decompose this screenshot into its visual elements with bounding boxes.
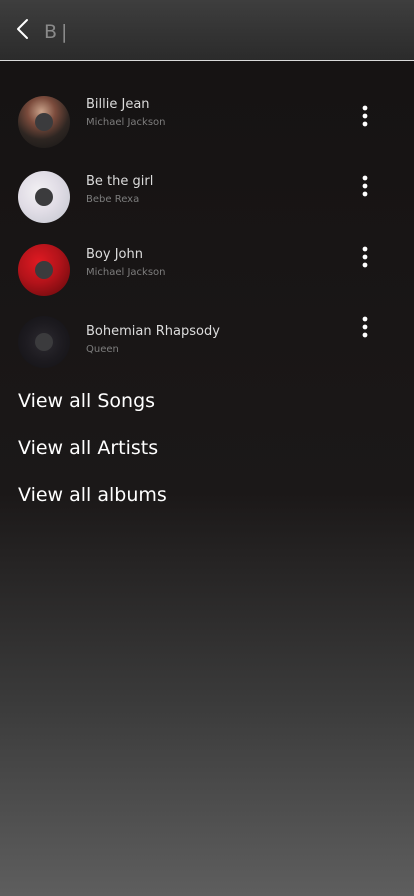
search-input[interactable]: B |: [44, 19, 384, 45]
song-row[interactable]: Be the girl Bebe Rexa: [0, 171, 414, 231]
song-row[interactable]: Billie Jean Michael Jackson: [0, 96, 414, 156]
more-vertical-icon: [362, 246, 368, 268]
view-all-songs-link[interactable]: View all Songs: [18, 390, 155, 412]
more-vertical-icon: [362, 105, 368, 127]
album-cover: [18, 316, 70, 368]
song-artist: Michael Jackson: [86, 267, 166, 278]
song-artist: Queen: [86, 344, 119, 355]
more-options-button[interactable]: [355, 103, 375, 129]
chevron-left-icon: [17, 19, 28, 39]
song-artist: Michael Jackson: [86, 117, 166, 128]
song-row[interactable]: Bohemian Rhapsody Queen: [0, 316, 414, 376]
song-title: Be the girl: [86, 174, 154, 189]
view-all-artists-link[interactable]: View all Artists: [18, 437, 158, 459]
disc-hole: [35, 333, 53, 351]
song-title: Boy John: [86, 247, 143, 262]
more-options-button[interactable]: [355, 314, 375, 340]
back-button[interactable]: [10, 14, 36, 44]
search-header: B |: [0, 0, 414, 61]
album-cover: [18, 244, 70, 296]
view-all-albums-link[interactable]: View all albums: [18, 484, 167, 506]
album-cover: [18, 171, 70, 223]
song-row[interactable]: Boy John Michael Jackson: [0, 244, 414, 304]
more-options-button[interactable]: [355, 173, 375, 199]
song-artist: Bebe Rexa: [86, 194, 140, 205]
text-cursor: |: [61, 21, 69, 43]
search-input-value: B: [44, 21, 59, 43]
disc-hole: [35, 261, 53, 279]
album-cover: [18, 96, 70, 148]
song-title: Bohemian Rhapsody: [86, 324, 220, 339]
more-vertical-icon: [362, 316, 368, 338]
disc-hole: [35, 188, 53, 206]
song-title: Billie Jean: [86, 97, 150, 112]
more-vertical-icon: [362, 175, 368, 197]
more-options-button[interactable]: [355, 244, 375, 270]
disc-hole: [35, 113, 53, 131]
